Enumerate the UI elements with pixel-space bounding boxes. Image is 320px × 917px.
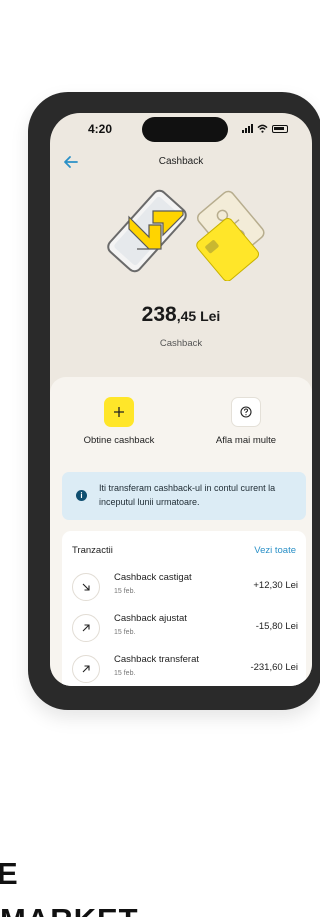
phone-screen: 4:20 Cashback 238,45 Lei Cashback Obtine… xyxy=(50,113,312,686)
transaction-date: 15 feb. xyxy=(114,629,136,636)
cashback-amount: 238,45 Lei xyxy=(50,303,312,327)
arrow-down-right-icon xyxy=(72,573,100,601)
plus-icon xyxy=(114,407,124,417)
transaction-row[interactable]: Cashback ajustat 15 feb. -15,80 Lei xyxy=(72,612,298,646)
info-banner: i Iti transferam cashback-ul in contul c… xyxy=(62,472,306,520)
status-bar: 4:20 xyxy=(50,113,312,147)
header: Cashback xyxy=(50,153,312,175)
content-panel: Obtine cashback Afla mai multe i Iti tra… xyxy=(50,377,312,686)
transaction-date: 15 feb. xyxy=(114,588,136,595)
transaction-row[interactable]: Cashback transferat 15 feb. -231,60 Lei xyxy=(72,653,298,686)
amount-currency: Lei xyxy=(196,308,221,324)
amount-integer: 238 xyxy=(141,303,177,326)
action-get-cashback[interactable]: Obtine cashback xyxy=(64,397,174,446)
page-title: Cashback xyxy=(158,156,204,167)
amount-label: Cashback xyxy=(159,338,203,349)
marketing-text-line-1: E xyxy=(0,856,19,891)
learn-more-button[interactable] xyxy=(231,397,261,427)
marketing-text-line-2: MARKET xyxy=(0,902,139,917)
transaction-amount: -15,80 Lei xyxy=(255,621,298,632)
transaction-amount: -231,60 Lei xyxy=(250,662,298,673)
see-all-link[interactable]: Vezi toate xyxy=(254,545,296,556)
transactions-card: Tranzactii Vezi toate Cashback castigat … xyxy=(62,531,306,686)
action-learn-more[interactable]: Afla mai multe xyxy=(191,397,301,446)
learn-more-label: Afla mai multe xyxy=(215,435,277,446)
cashback-illustration xyxy=(107,189,265,281)
get-cashback-label: Obtine cashback xyxy=(83,435,155,446)
help-icon xyxy=(240,406,252,418)
dynamic-island xyxy=(142,117,228,142)
signal-icon xyxy=(242,124,253,133)
get-cashback-button[interactable] xyxy=(104,397,134,427)
amount-decimals: ,45 xyxy=(176,308,197,324)
arrow-up-right-icon xyxy=(72,614,100,642)
transaction-name: Cashback ajustat xyxy=(114,613,187,624)
transaction-name: Cashback transferat xyxy=(114,654,200,665)
info-icon: i xyxy=(76,490,87,501)
arrow-up-right-icon xyxy=(72,655,100,683)
battery-icon xyxy=(272,125,288,133)
wifi-icon xyxy=(257,124,268,133)
transaction-amount: +12,30 Lei xyxy=(253,580,298,591)
system-icons xyxy=(242,124,288,133)
transaction-row[interactable]: Cashback castigat 15 feb. +12,30 Lei xyxy=(72,571,298,605)
status-time: 4:20 xyxy=(88,122,113,136)
transactions-title: Tranzactii xyxy=(72,545,113,556)
transaction-date: 15 feb. xyxy=(114,670,136,677)
info-text: Iti transferam cashback-ul in contul cur… xyxy=(99,483,276,507)
transaction-name: Cashback castigat xyxy=(114,572,192,583)
